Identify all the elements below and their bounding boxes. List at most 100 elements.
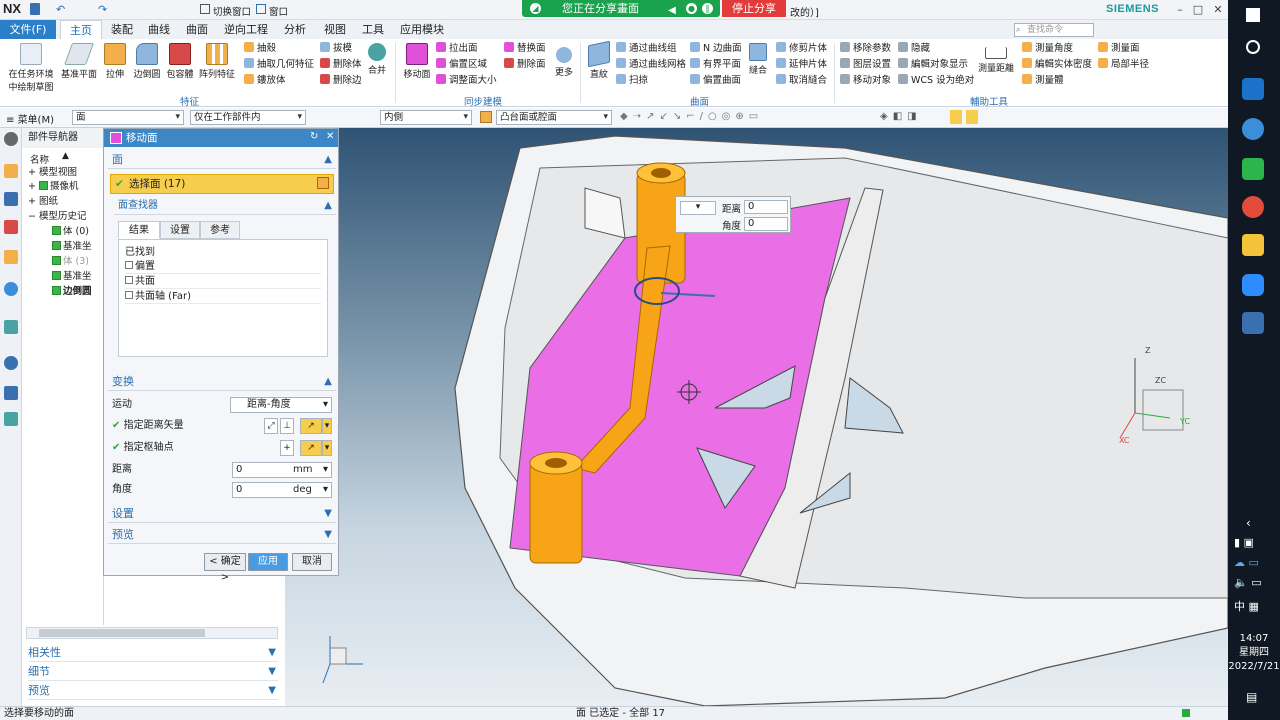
- edge-icon[interactable]: [1242, 118, 1264, 140]
- highlight-icon[interactable]: [950, 110, 962, 124]
- tab-reference[interactable]: 参考: [200, 221, 240, 239]
- shell-button[interactable]: 抽殼: [244, 41, 276, 57]
- snap-point-icons[interactable]: ◆➝↗↙↘⌐/○◎⊕▭: [620, 111, 763, 122]
- swept-button[interactable]: 扫掠: [616, 73, 648, 89]
- unsew-button[interactable]: 取消縫合: [776, 73, 827, 89]
- clock-icon[interactable]: [4, 356, 18, 370]
- measure-face-button[interactable]: 測量面: [1098, 41, 1140, 57]
- highlight-icon-2[interactable]: [966, 110, 978, 124]
- history-icon[interactable]: [4, 320, 18, 334]
- tab-home[interactable]: 主页: [60, 20, 102, 39]
- list-item[interactable]: 偏置: [125, 259, 321, 274]
- process-studio-icon[interactable]: [4, 412, 18, 426]
- selection-scope-select[interactable]: 仅在工作部件内: [190, 110, 306, 125]
- sort-icon[interactable]: ▲: [62, 151, 69, 161]
- n-sided-surface-button[interactable]: N 边曲面: [690, 41, 742, 57]
- part-navigator-icon[interactable]: [4, 220, 18, 234]
- nav-item-model-views[interactable]: + 模型视图: [28, 166, 77, 180]
- chevron-down-icon[interactable]: ▾: [322, 418, 332, 434]
- visible-checkbox[interactable]: [52, 226, 61, 235]
- sew-button[interactable]: 縫合: [746, 43, 770, 76]
- checkbox[interactable]: [125, 276, 133, 284]
- offset-surface-button[interactable]: 偏置曲面: [690, 73, 741, 89]
- replace-face-button[interactable]: 替换面: [504, 41, 546, 57]
- tab-analysis[interactable]: 分析: [278, 20, 312, 39]
- remove-parameters-button[interactable]: 移除参数: [840, 41, 891, 57]
- visible-checkbox[interactable]: [52, 256, 61, 265]
- distance-unit[interactable]: mm: [293, 463, 312, 477]
- redo-icon[interactable]: ↷: [98, 3, 107, 16]
- bounding-body-button[interactable]: 包容體: [164, 43, 196, 80]
- cancel-button[interactable]: 取消: [292, 553, 332, 571]
- tab-reverse-engineering[interactable]: 逆向工程: [220, 20, 272, 39]
- move-object-button[interactable]: 移动对象: [840, 73, 891, 89]
- menu-button[interactable]: ≡ 菜单(M): [6, 111, 54, 126]
- layer-settings-button[interactable]: 图层设置: [840, 57, 891, 73]
- nav-item-edge-blend[interactable]: 边倒圆: [52, 285, 92, 299]
- apply-button[interactable]: 应用: [248, 553, 288, 571]
- bounded-plane-button[interactable]: 有界平面: [690, 57, 741, 73]
- accordion-details[interactable]: 细节 ▼: [28, 663, 278, 681]
- scrollbar-thumb[interactable]: [39, 629, 205, 637]
- extend-sheet-button[interactable]: 延伸片体: [776, 57, 827, 73]
- wcs-absolute-button[interactable]: WCS 设为绝对: [898, 73, 974, 89]
- expand-icon[interactable]: +: [28, 196, 36, 207]
- edit-density-button[interactable]: 編輯实体密度: [1022, 57, 1092, 73]
- point-inferred-icon[interactable]: ↗: [300, 440, 322, 456]
- region-select[interactable]: 凸台面或腔面: [496, 110, 612, 125]
- face-section-header[interactable]: 面 ▲: [108, 151, 336, 169]
- face-rule-select[interactable]: 内側: [380, 110, 472, 125]
- trim-sheet-button[interactable]: 修剪片体: [776, 41, 827, 57]
- delete-edge-button[interactable]: 删除边: [320, 73, 362, 89]
- save-icon[interactable]: [30, 3, 40, 15]
- visible-checkbox[interactable]: [52, 286, 61, 295]
- through-curve-mesh-button[interactable]: 通过曲线网格: [616, 57, 686, 73]
- ok-button[interactable]: < 确定 >: [204, 553, 246, 583]
- checkbox[interactable]: [125, 261, 133, 269]
- hide-button[interactable]: 隐藏: [898, 41, 930, 57]
- nav-item-body[interactable]: 体 (0): [52, 225, 89, 239]
- unite-button[interactable]: 合并: [364, 43, 390, 76]
- ruled-button[interactable]: 直紋: [584, 40, 614, 80]
- settings-section-header[interactable]: 设置 ▼: [108, 505, 336, 523]
- nav-item-model-history[interactable]: − 模型历史记: [28, 210, 87, 224]
- tab-settings[interactable]: 设置: [160, 221, 200, 239]
- tab-curve[interactable]: 曲线: [142, 20, 176, 39]
- tab-applications[interactable]: 应用模块: [396, 20, 448, 39]
- measure-angle-button[interactable]: 測量角度: [1022, 41, 1073, 57]
- pattern-feature-button[interactable]: 阵列特征: [196, 43, 238, 80]
- reuse-library-icon[interactable]: [4, 250, 18, 264]
- minimize-icon[interactable]: –: [1172, 2, 1188, 18]
- reverse-direction-icon[interactable]: ⤢: [264, 418, 278, 434]
- zoom-icon[interactable]: [1242, 274, 1264, 296]
- volume-icon[interactable]: ◀: [668, 5, 676, 16]
- edge-blend-button[interactable]: 边倒圆: [130, 43, 164, 80]
- horizontal-scrollbar[interactable]: [26, 627, 278, 639]
- expand-icon[interactable]: +: [28, 167, 36, 178]
- stop-share-button[interactable]: 停止分享: [722, 0, 786, 17]
- close-icon[interactable]: ✕: [1210, 2, 1226, 18]
- assembly-navigator-icon[interactable]: [4, 164, 18, 178]
- extrude-button[interactable]: 拉伸: [100, 43, 130, 80]
- pull-face-button[interactable]: 拉出面: [436, 41, 478, 57]
- command-search-input[interactable]: 查找命令: [1014, 23, 1094, 37]
- visible-checkbox[interactable]: [39, 181, 48, 190]
- delete-body-button[interactable]: 删除体: [320, 57, 362, 73]
- mini-angle-field[interactable]: 0: [744, 217, 788, 231]
- nx-taskbar-icon[interactable]: [1242, 312, 1264, 334]
- move-face-button[interactable]: 移动面: [400, 43, 434, 80]
- outlook-icon[interactable]: [1242, 78, 1264, 100]
- line-icon[interactable]: [1242, 158, 1264, 180]
- file-explorer-icon[interactable]: [1242, 234, 1264, 256]
- nav-item-datum-csys-2[interactable]: 基准坐: [52, 270, 92, 284]
- sketch-in-task-button[interactable]: 在任务环境 中绘制草图: [4, 43, 58, 93]
- vector-dialog-icon[interactable]: ⊥: [280, 418, 294, 434]
- taskbar-clock[interactable]: 14:07 星期四 2022/7/21: [1228, 632, 1280, 674]
- tab-results[interactable]: 结果: [118, 221, 160, 239]
- scale-body-button[interactable]: 鏤放体: [244, 73, 286, 89]
- close-icon[interactable]: ✕: [326, 131, 334, 142]
- resize-face-button[interactable]: 调整面大小: [436, 73, 497, 89]
- ime-indicator[interactable]: 中 ▦: [1234, 598, 1259, 614]
- windows-start-icon[interactable]: [1246, 8, 1260, 22]
- web-browser-icon[interactable]: [4, 282, 18, 296]
